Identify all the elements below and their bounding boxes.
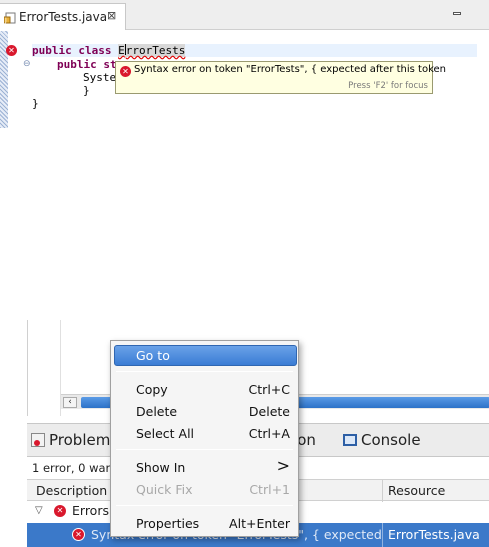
problems-icon bbox=[31, 433, 45, 447]
menu-separator bbox=[116, 505, 293, 506]
tab-problems[interactable]: Problem bbox=[31, 431, 110, 449]
menu-item-label: Go to bbox=[136, 348, 170, 363]
menu-item-label: Show In bbox=[136, 460, 186, 475]
code-keyword: public class bbox=[32, 44, 119, 57]
menu-separator bbox=[116, 449, 293, 450]
java-file-icon: J bbox=[4, 12, 16, 24]
menu-item-quick-fix[interactable]: Quick Fix Ctrl+1 bbox=[112, 479, 297, 501]
group-label: Errors bbox=[72, 503, 109, 518]
scroll-left-icon[interactable]: ‹ bbox=[63, 397, 77, 408]
menu-item-label: Delete bbox=[136, 404, 178, 419]
tab-close-icon[interactable]: ⊠ bbox=[107, 9, 116, 22]
console-icon bbox=[343, 434, 357, 446]
minimize-icon[interactable] bbox=[453, 12, 461, 15]
error-icon: ✕ bbox=[120, 66, 131, 77]
menu-item-shortcut: Alt+Enter bbox=[229, 516, 290, 531]
token-first-char: E bbox=[118, 44, 125, 57]
tooltip-focus-hint: Press 'F2' for focus bbox=[348, 81, 428, 91]
error-tooltip[interactable]: ✕ Syntax error on token "ErrorTests", { … bbox=[115, 61, 446, 94]
error-marker-icon[interactable]: ✕ bbox=[6, 45, 17, 56]
menu-item-shortcut: Ctrl+A bbox=[248, 426, 290, 441]
menu-item-shortcut: Ctrl+C bbox=[248, 382, 290, 397]
menu-item-properties[interactable]: Properties Alt+Enter bbox=[112, 513, 297, 535]
code-line: Syste bbox=[83, 71, 117, 84]
menu-item-shortcut: Ctrl+1 bbox=[249, 482, 290, 497]
menu-item-go-to[interactable]: Go to bbox=[114, 345, 297, 366]
token-rest: rrorTests bbox=[125, 44, 186, 57]
tab-problems-label: Problem bbox=[49, 431, 111, 449]
menu-item-show-in[interactable]: Show In > bbox=[112, 456, 297, 479]
error-icon: ✕ bbox=[54, 505, 66, 517]
editor-tab[interactable]: J ErrorTests.java ⊠ bbox=[0, 3, 126, 30]
column-description[interactable]: Description bbox=[36, 483, 107, 498]
menu-item-label: Select All bbox=[136, 426, 195, 441]
editor-tab-title: ErrorTests.java bbox=[19, 10, 108, 24]
context-menu: Go to Copy Ctrl+C Delete Delete Select A… bbox=[110, 340, 299, 537]
tab-console[interactable]: Console bbox=[343, 431, 421, 449]
column-resource[interactable]: Resource bbox=[388, 483, 445, 498]
menu-item-delete[interactable]: Delete Delete bbox=[112, 401, 297, 423]
java-editor: J ErrorTests.java ⊠ ✕ ⊖ public class Err… bbox=[0, 0, 489, 128]
row-resource: ErrorTests.java bbox=[388, 527, 480, 542]
tab-console-label: Console bbox=[361, 431, 421, 449]
code-line: public class ErrorTests bbox=[32, 44, 477, 57]
menu-item-label: Quick Fix bbox=[136, 482, 193, 497]
error-icon: ✕ bbox=[72, 528, 85, 541]
code-line: } bbox=[83, 84, 90, 97]
menu-item-label: Properties bbox=[136, 516, 200, 531]
submenu-chevron-icon: > bbox=[276, 456, 290, 475]
code-keyword: public st bbox=[57, 58, 117, 71]
column-divider bbox=[382, 523, 383, 547]
menu-item-select-all[interactable]: Select All Ctrl+A bbox=[112, 423, 297, 445]
menu-item-copy[interactable]: Copy Ctrl+C bbox=[112, 379, 297, 401]
code-line: public st bbox=[57, 58, 117, 71]
problems-summary: 1 error, 0 war bbox=[32, 461, 111, 475]
column-divider[interactable] bbox=[382, 480, 383, 502]
expand-toggle-icon[interactable]: ▽ bbox=[35, 505, 43, 516]
tooltip-message: Syntax error on token "ErrorTests", { ex… bbox=[134, 64, 447, 75]
code-line: } bbox=[32, 97, 39, 110]
menu-item-label: Copy bbox=[136, 382, 168, 397]
editor-tab-bar: J ErrorTests.java ⊠ bbox=[0, 0, 489, 30]
svg-text:J: J bbox=[4, 17, 7, 24]
menu-item-shortcut: Delete bbox=[248, 404, 290, 419]
error-token: ErrorTests bbox=[118, 44, 186, 57]
menu-separator bbox=[116, 371, 293, 372]
